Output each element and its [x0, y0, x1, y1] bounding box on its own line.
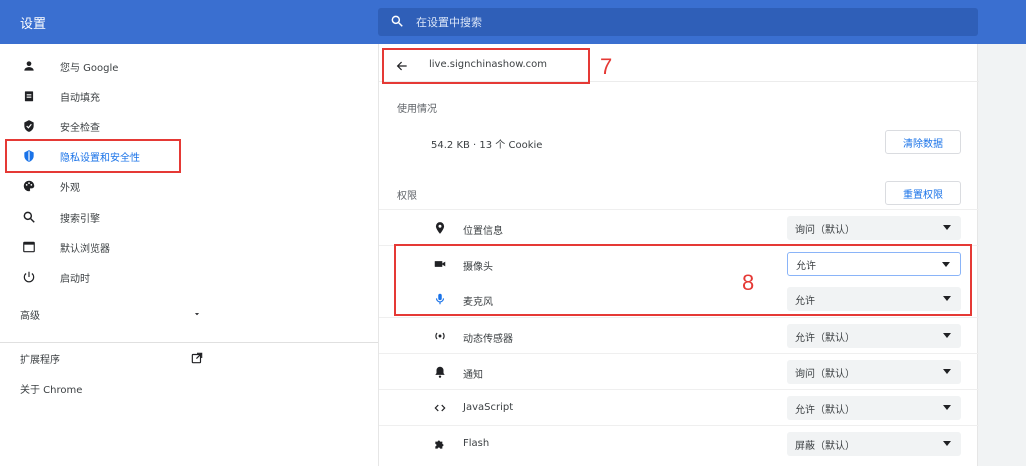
usage-heading: 使用情况 — [397, 104, 437, 115]
permission-value: 询问（默认） — [795, 368, 855, 380]
permission-row-flash: Flash 屏蔽（默认） — [379, 425, 979, 461]
permission-value: 屏蔽（默认） — [795, 440, 855, 452]
sidebar-item-autofill[interactable]: 自动填充 — [0, 81, 378, 111]
sidebar-item-label: 搜索引擎 — [60, 213, 100, 225]
reset-permissions-button[interactable]: 重置权限 — [885, 181, 961, 205]
caret-down-icon — [943, 369, 951, 374]
permission-label: JavaScript — [463, 402, 514, 413]
sidebar: 您与 Google 自动填充 安全检查 隐私设置和安全性 外观 搜索引擎 默认浏… — [0, 44, 378, 466]
app-title: 设置 — [20, 17, 47, 32]
sidebar-item-label: 启动时 — [60, 273, 90, 285]
site-url-highlight-box — [382, 48, 590, 84]
permission-row-javascript: JavaScript 允许（默认） — [379, 389, 979, 425]
bell-icon — [433, 365, 447, 379]
step-8-label: 8 — [742, 270, 755, 295]
sidebar-item-advanced[interactable]: 高级 — [0, 299, 378, 329]
sidebar-item-label: 默认浏览器 — [60, 243, 110, 255]
permission-label: 动态传感器 — [463, 334, 513, 345]
sidebar-item-default-browser[interactable]: 默认浏览器 — [0, 232, 378, 262]
caret-down-icon — [943, 333, 951, 338]
sidebar-item-label: 安全检查 — [60, 122, 100, 134]
sidebar-item-you-and-google[interactable]: 您与 Google — [0, 51, 378, 81]
sidebar-item-about[interactable]: 关于 Chrome — [0, 373, 378, 403]
permission-select[interactable]: 询问（默认） — [787, 216, 961, 240]
permission-row-location: 位置信息 询问（默认） — [379, 209, 979, 245]
sensor-icon — [433, 329, 447, 343]
caret-down-icon — [943, 441, 951, 446]
puzzle-icon — [433, 437, 447, 451]
permission-select[interactable]: 屏蔽（默认） — [787, 432, 961, 456]
step-7-label: 7 — [600, 54, 613, 79]
permission-select[interactable]: 询问（默认） — [787, 360, 961, 384]
code-icon — [433, 401, 447, 415]
power-icon — [22, 270, 36, 284]
permission-label: 位置信息 — [463, 226, 503, 237]
sidebar-item-safety-check[interactable]: 安全检查 — [0, 111, 378, 141]
caret-down-icon — [943, 405, 951, 410]
permission-label: 通知 — [463, 370, 483, 381]
location-icon — [433, 221, 447, 235]
permission-value: 询问（默认） — [795, 224, 855, 236]
shield-check-icon — [22, 119, 36, 133]
permission-label: Flash — [463, 438, 490, 449]
permission-select[interactable]: 允许（默认） — [787, 396, 961, 420]
usage-text: 54.2 KB · 13 个 Cookie — [431, 140, 543, 151]
permission-value: 允许（默认） — [795, 404, 855, 416]
sidebar-item-extensions[interactable]: 扩展程序 — [0, 343, 378, 373]
clipboard-icon — [22, 89, 36, 103]
browser-icon — [22, 240, 36, 254]
clear-data-button[interactable]: 清除数据 — [885, 130, 961, 154]
caret-down-icon — [943, 225, 951, 230]
sidebar-item-appearance[interactable]: 外观 — [0, 171, 378, 201]
permission-row-notifications: 通知 询问（默认） — [379, 353, 979, 389]
sidebar-item-label: 自动填充 — [60, 92, 100, 104]
privacy-highlight-box — [5, 139, 181, 173]
person-icon — [22, 59, 36, 73]
sidebar-item-on-startup[interactable]: 启动时 — [0, 262, 378, 292]
search-icon — [390, 14, 404, 31]
permission-select[interactable]: 允许（默认） — [787, 324, 961, 348]
camera-mic-highlight-box — [394, 244, 972, 316]
sidebar-item-label: 高级 — [20, 310, 40, 322]
search-icon — [22, 210, 36, 224]
permissions-heading: 权限 — [397, 191, 417, 202]
sidebar-item-label: 扩展程序 — [20, 354, 60, 366]
external-link-icon — [190, 351, 204, 365]
sidebar-item-search-engine[interactable]: 搜索引擎 — [0, 202, 378, 232]
top-bar: 设置 在设置中搜索 — [0, 0, 1026, 44]
permission-row-motion-sensors: 动态传感器 允许（默认） — [379, 317, 979, 353]
chevron-down-icon — [190, 307, 204, 321]
search-placeholder: 在设置中搜索 — [416, 16, 482, 29]
sidebar-item-label: 关于 Chrome — [20, 384, 83, 396]
sidebar-item-label: 您与 Google — [60, 62, 119, 74]
permission-value: 允许（默认） — [795, 332, 855, 344]
palette-icon — [22, 179, 36, 193]
search-input[interactable]: 在设置中搜索 — [378, 8, 978, 36]
sidebar-item-label: 外观 — [60, 182, 80, 194]
